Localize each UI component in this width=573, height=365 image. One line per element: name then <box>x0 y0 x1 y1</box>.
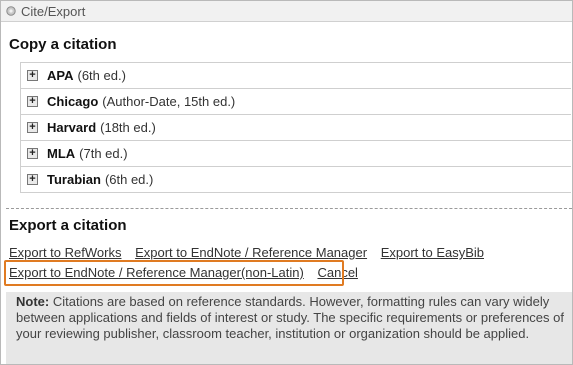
style-detail: (6th ed.) <box>77 68 126 83</box>
style-row-apa[interactable]: + APA (6th ed.) <box>20 63 571 89</box>
expand-plus-icon[interactable]: + <box>27 70 38 81</box>
export-endnote-link[interactable]: Export to EndNote / Reference Manager <box>135 245 367 260</box>
style-detail: (6th ed.) <box>104 172 154 187</box>
expand-plus-icon[interactable]: + <box>27 174 38 185</box>
style-name: APA <box>47 68 74 83</box>
export-citation-heading: Export a citation <box>9 217 127 234</box>
citation-styles-list: + APA (6th ed.) + Chicago (Author-Date, … <box>20 62 571 193</box>
export-links-row: Export to RefWorks Export to EndNote / R… <box>9 245 494 260</box>
export-easybib-link[interactable]: Export to EasyBib <box>381 245 484 260</box>
citation-note: Note: Citations are based on reference s… <box>6 292 572 364</box>
style-row-harvard[interactable]: + Harvard (18th ed.) <box>20 115 571 141</box>
style-name: MLA <box>47 146 76 161</box>
style-detail: (18th ed.) <box>100 120 156 135</box>
expand-plus-icon[interactable]: + <box>27 148 38 159</box>
style-row-chicago[interactable]: + Chicago (Author-Date, 15th ed.) <box>20 89 571 115</box>
style-name: Harvard <box>47 120 97 135</box>
expand-plus-icon[interactable]: + <box>27 122 38 133</box>
panel-title-bar: Cite/Export <box>1 1 572 22</box>
export-refworks-link[interactable]: Export to RefWorks <box>9 245 121 260</box>
panel-title: Cite/Export <box>21 3 86 19</box>
note-text: Citations are based on reference standar… <box>16 294 564 341</box>
cite-export-panel: Cite/Export Copy a citation + APA (6th e… <box>0 0 573 365</box>
style-name: Turabian <box>47 172 101 187</box>
section-divider <box>6 208 572 209</box>
expand-plus-icon[interactable]: + <box>27 96 38 107</box>
style-detail: (7th ed.) <box>79 146 128 161</box>
style-row-turabian[interactable]: + Turabian (6th ed.) <box>20 167 571 193</box>
style-row-mla[interactable]: + MLA (7th ed.) <box>20 141 571 167</box>
copy-citation-heading: Copy a citation <box>9 36 117 53</box>
style-detail: (Author-Date, 15th ed.) <box>102 94 236 109</box>
note-label: Note: <box>16 294 50 309</box>
highlight-annotation-box <box>4 260 344 286</box>
style-name: Chicago <box>47 94 99 109</box>
gear-icon <box>5 5 17 17</box>
